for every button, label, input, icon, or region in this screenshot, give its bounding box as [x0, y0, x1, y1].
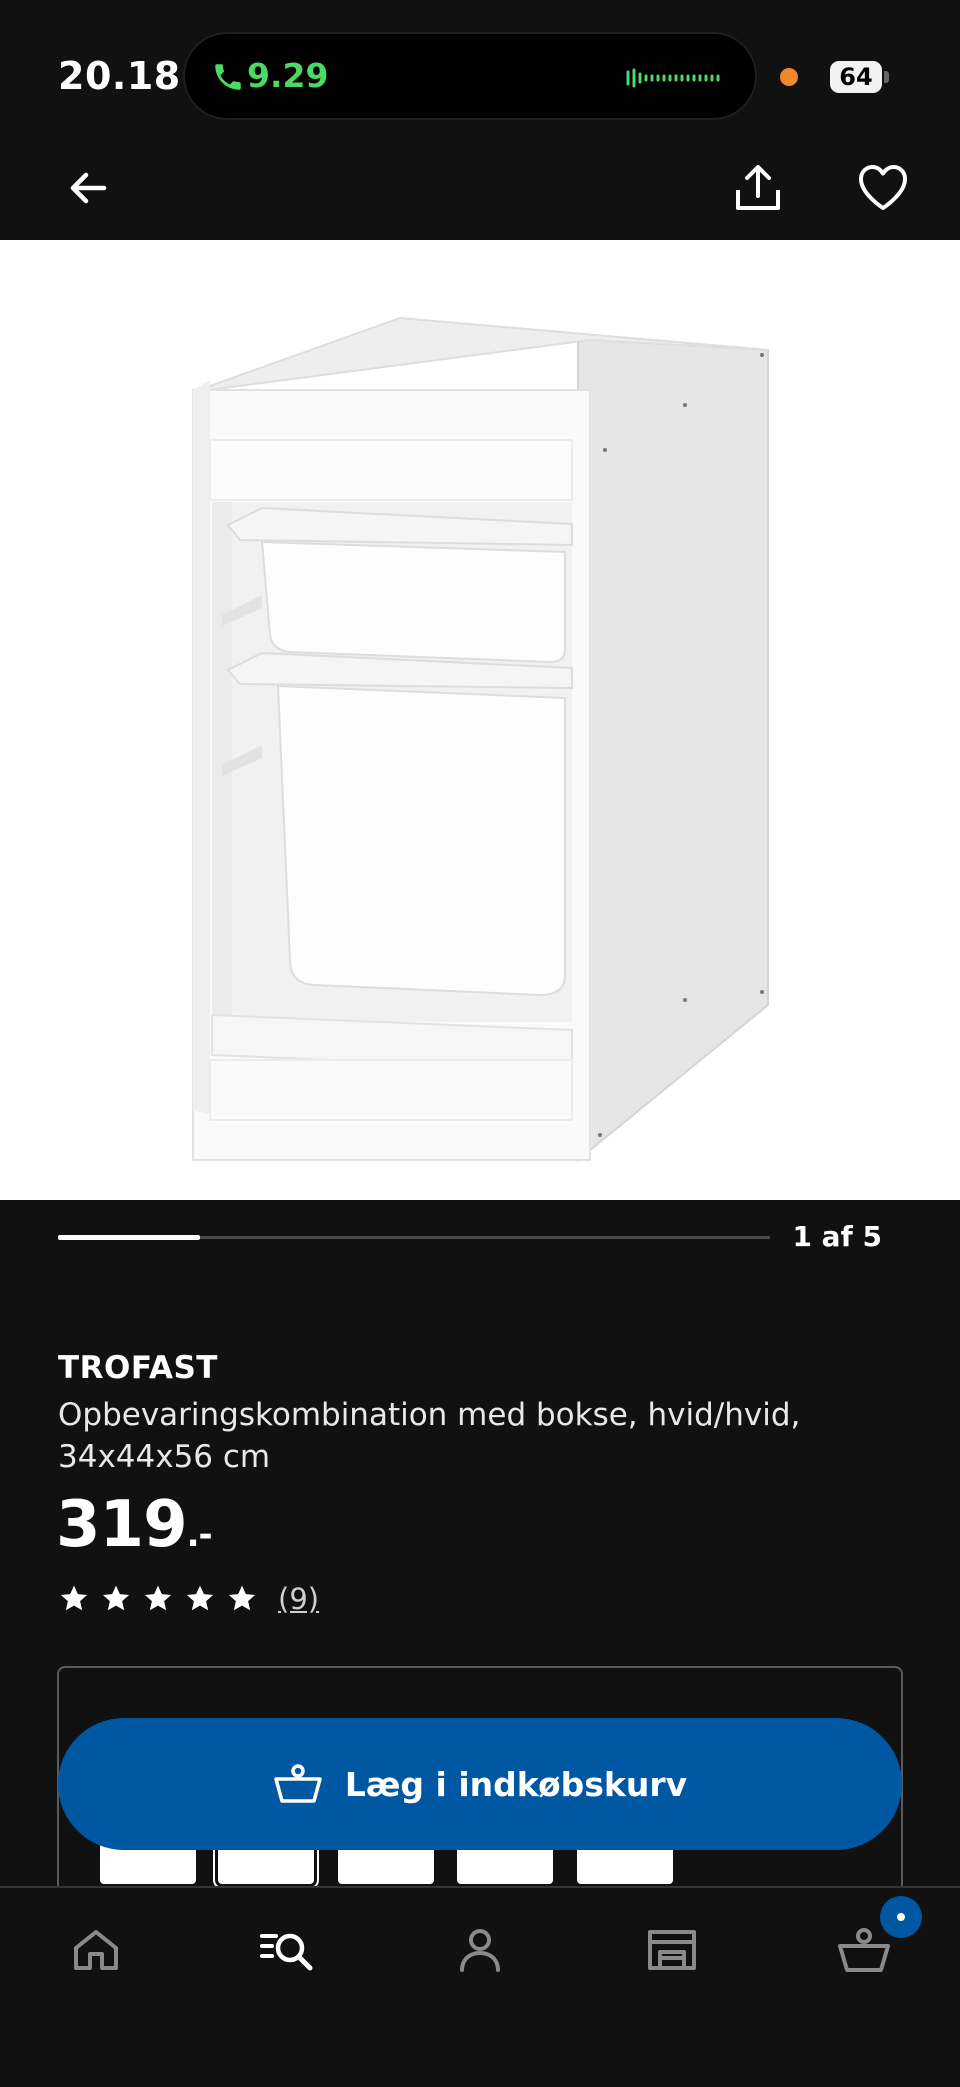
product-price: 319.-: [56, 1488, 213, 1562]
gallery-progress-fill: [58, 1235, 201, 1240]
tab-home[interactable]: [66, 1920, 126, 1980]
privacy-indicator-dot: [780, 68, 798, 86]
rating[interactable]: (9): [58, 1578, 319, 1620]
cart-badge: [880, 1896, 922, 1938]
clock: 20.18: [58, 54, 181, 98]
battery-tip: [884, 71, 889, 83]
price-suffix: .-: [186, 1515, 213, 1555]
add-to-cart-label: Læg i indkøbskurv: [344, 1764, 688, 1804]
star-icon: [228, 1585, 256, 1611]
product-name: TROFAST: [58, 1350, 218, 1386]
product-photo: [192, 316, 769, 1163]
star-icon: [144, 1585, 172, 1611]
star-icon: [102, 1585, 130, 1611]
product-description: Opbevaringskombination med bokse, hvid/h…: [58, 1397, 801, 1475]
home-icon: [74, 1930, 118, 1970]
tab-profile[interactable]: [450, 1920, 510, 1980]
store-icon: [648, 1930, 696, 1970]
tab-search[interactable]: [258, 1920, 318, 1980]
add-to-cart-button[interactable]: Læg i indkøbskurv: [58, 1718, 902, 1850]
battery-indicator: 64: [830, 61, 882, 93]
cart-badge-dot: [897, 1913, 905, 1921]
search-icon: [260, 1933, 313, 1971]
arrow-left-icon[interactable]: [60, 160, 116, 216]
share-icon[interactable]: [730, 160, 786, 216]
audio-waveform-icon: [626, 68, 720, 88]
gallery-progress-bar: [58, 1235, 770, 1240]
gallery-position-label: 1 af 5: [792, 1220, 882, 1253]
basket-icon: [274, 1764, 322, 1803]
tab-stores[interactable]: [642, 1920, 702, 1980]
phone-icon: [215, 64, 241, 90]
call-timer: 9.29: [247, 56, 329, 95]
star-icon: [60, 1585, 88, 1611]
bottom-tab-bar: [0, 1886, 960, 2087]
star-icon: [186, 1585, 214, 1611]
product-image[interactable]: [0, 240, 960, 1200]
price-value: 319: [56, 1488, 188, 1562]
heart-icon[interactable]: [856, 162, 910, 214]
status-bar: 20.18 9.29 64: [0, 0, 960, 150]
review-count-link[interactable]: (9): [278, 1582, 319, 1616]
dynamic-island[interactable]: 9.29: [183, 32, 757, 120]
profile-icon: [460, 1929, 500, 1972]
